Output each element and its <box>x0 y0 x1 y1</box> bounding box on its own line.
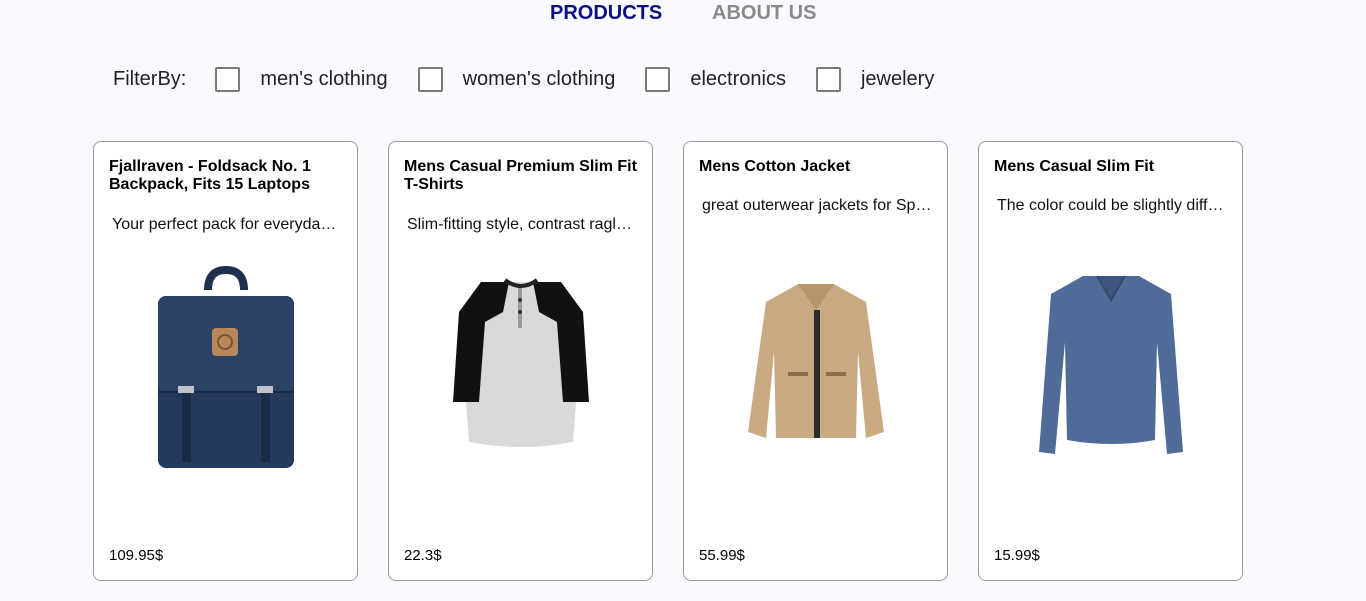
product-price: 109.95$ <box>109 547 164 564</box>
filter-option-womens-clothing[interactable]: women's clothing <box>417 66 616 92</box>
checkbox[interactable] <box>645 66 671 92</box>
filter-option-label: electronics <box>690 67 786 90</box>
checkbox[interactable] <box>815 66 841 92</box>
product-price: 15.99$ <box>994 547 1040 564</box>
product-description: The color could be slightly different be… <box>997 197 1227 214</box>
filter-option-electronics[interactable]: electronics <box>645 66 786 92</box>
backpack-image <box>126 252 326 492</box>
filter-option-jewelery[interactable]: jewelery <box>815 66 935 92</box>
raglan-tshirt-image <box>421 252 621 492</box>
product-description: Your perfect pack for everyday use and w… <box>112 216 342 233</box>
filter-option-mens-clothing[interactable]: men's clothing <box>215 66 388 92</box>
product-card[interactable]: Mens Casual Slim Fit The color could be … <box>978 141 1243 581</box>
tab-about-us[interactable]: ABOUT US <box>712 2 816 25</box>
product-title: Mens Casual Premium Slim Fit T-Shirts <box>404 158 637 193</box>
product-title: Mens Cotton Jacket <box>699 158 851 175</box>
product-title: Fjallraven - Foldsack No. 1 Backpack, Fi… <box>109 158 311 193</box>
slim-fit-shirt-image <box>1011 252 1211 492</box>
tab-products[interactable]: PRODUCTS <box>550 2 662 25</box>
product-title: Mens Casual Slim Fit <box>994 158 1155 175</box>
checkbox[interactable] <box>215 66 241 92</box>
filter-option-label: women's clothing <box>462 67 616 90</box>
filter-option-label: jewelery <box>860 67 935 90</box>
cotton-jacket-image <box>716 252 916 492</box>
product-card[interactable]: Mens Casual Premium Slim Fit T-Shirts Sl… <box>388 141 653 581</box>
checkbox[interactable] <box>417 66 443 92</box>
product-card[interactable]: Mens Cotton Jacket great outerwear jacke… <box>683 141 948 581</box>
top-nav: PRODUCTS ABOUT US <box>0 0 1366 28</box>
product-card[interactable]: Fjallraven - Foldsack No. 1 Backpack, Fi… <box>93 141 358 581</box>
product-description: Slim-fitting style, contrast raglan long… <box>407 216 637 233</box>
product-description: great outerwear jackets for Spring/Autum… <box>702 197 932 214</box>
filter-option-label: men's clothing <box>260 67 388 90</box>
filter-bar: FilterBy: men's clothing women's clothin… <box>113 64 964 94</box>
product-price: 55.99$ <box>699 547 745 564</box>
product-price: 22.3$ <box>404 547 442 564</box>
filter-label: FilterBy: <box>113 67 187 90</box>
